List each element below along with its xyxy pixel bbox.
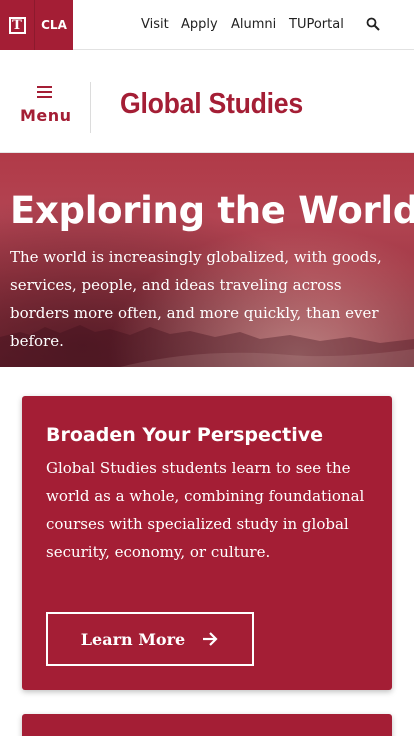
hero-banner: Exploring the World The world is increas… [0,153,414,367]
menu-label: Menu [20,106,72,125]
card-title: Broaden Your Perspective [46,424,324,446]
temple-t-icon: T [8,16,26,34]
search-icon[interactable] [366,17,380,31]
hamburger-icon [36,86,52,98]
nav-apply[interactable]: Apply [181,17,218,32]
nav-alumni[interactable]: Alumni [231,17,276,32]
feature-card-next [22,714,392,736]
cla-link[interactable]: CLA [34,0,73,50]
utility-bar: T CLA Visit Apply Alumni TUPortal [0,0,414,50]
header-divider [90,82,91,133]
arrow-right-icon [203,632,218,646]
card-body: Global Studies students learn to see the… [46,459,365,561]
nav-visit[interactable]: Visit [141,17,169,32]
menu-button[interactable]: Menu [20,80,72,128]
site-title[interactable]: Global Studies [120,88,303,121]
hero-title: Exploring the World [10,189,414,232]
temple-logo[interactable]: T [0,0,34,50]
learn-more-button[interactable]: Learn More [46,612,254,666]
learn-more-label: Learn More [80,629,186,649]
site-header: Menu Global Studies [0,50,414,153]
hero-body: The world is increasingly globalized, wi… [10,248,382,350]
feature-card: Broaden Your Perspective Global Studies … [22,396,392,690]
nav-tuportal[interactable]: TUPortal [289,17,344,32]
